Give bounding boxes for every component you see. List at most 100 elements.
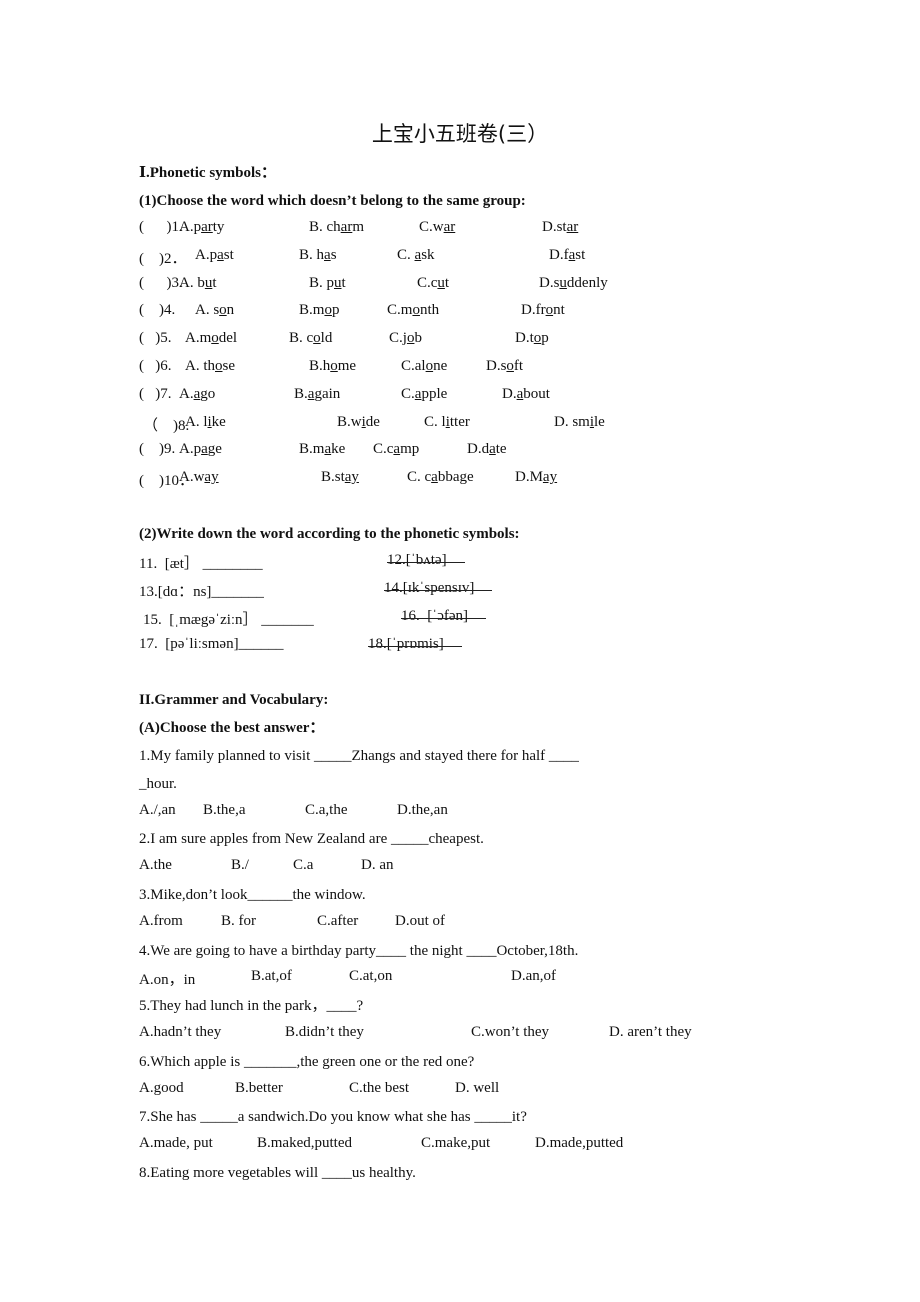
answer-option-b[interactable]: B.the,a [203, 802, 246, 819]
underlined-sound: ay [204, 469, 219, 486]
phonetic-question-row: ( )3. A. but B. put C.cut D.suddenly [139, 275, 839, 295]
question-stem: 1.My family planned to visit _____Zhangs… [139, 748, 579, 764]
option-b: B.again [294, 385, 341, 402]
phonetic-question-row: ( )9. A.page B.make C.camp D.date [139, 441, 839, 461]
answer-option-c[interactable]: C.at,on [349, 968, 392, 985]
question-number-blank[interactable]: （ )8. [143, 414, 189, 435]
phonetic-item-right[interactable]: 18.[ˈprɒmis] [368, 636, 462, 653]
phonetic-item-left[interactable]: 15. [ˌmægəˈziːn］ _______ [143, 608, 314, 629]
underlined-sound: o [425, 358, 434, 374]
option-c: C.camp [373, 441, 420, 458]
option-a: A. those [185, 358, 235, 374]
underlined-sound: ar [340, 219, 353, 235]
answer-option-d[interactable]: D. aren’t they [609, 1024, 692, 1041]
phonetic-write-row: 17. [pəˈliːsmən]______ 18.[ˈprɒmis] [139, 636, 839, 656]
answer-option-a[interactable]: A.hadn’t they [139, 1024, 221, 1041]
phonetic-item-left[interactable]: 11. [æt］ ________ [139, 552, 263, 573]
answer-option-d[interactable]: D. an [361, 857, 394, 874]
option-b: B.wide [337, 413, 380, 430]
phonetic-question-row: ( )4. A. son B.mop C.month D.front [139, 302, 839, 322]
question-number-blank[interactable]: ( )5. [139, 330, 172, 347]
question-stem: 2.I am sure apples from New Zealand are … [139, 831, 484, 848]
answer-option-b[interactable]: B. for [221, 913, 256, 930]
option-a: A.party [179, 219, 225, 235]
part2-heading: (2)Write down the word according to the … [139, 526, 520, 542]
answer-option-c[interactable]: C.the best [349, 1080, 409, 1097]
option-c: C.job [389, 330, 422, 347]
answer-option-c[interactable]: C.after [317, 913, 358, 930]
option-c: C.apple [401, 385, 448, 402]
answer-option-d[interactable]: D.out of [395, 913, 445, 930]
underlined-sound: u [204, 274, 213, 291]
answer-options-row: A./,an B.the,a C.a,the D.the,an [139, 802, 839, 822]
answer-option-b[interactable]: B.at,of [251, 968, 292, 985]
question-number-blank[interactable]: ( )1. [139, 219, 183, 236]
phonetic-item-left[interactable]: 13.[dɑ：ns]_______ [139, 580, 264, 601]
partA-heading: (A)Choose the best answer： [139, 720, 325, 736]
answer-option-c[interactable]: C.a,the [305, 802, 348, 819]
question-number-blank[interactable]: ( )2． [139, 247, 187, 268]
underlined-sound: a [568, 246, 576, 263]
phonetic-item-left[interactable]: 17. [pəˈliːsmən]______ [139, 636, 284, 653]
question-stem: 7.She has _____a sandwich.Do you know wh… [139, 1109, 527, 1126]
question-number-blank[interactable]: ( )6. [139, 358, 172, 375]
answer-option-d[interactable]: D.an,of [511, 968, 556, 985]
answer-option-b[interactable]: B.maked,putted [257, 1135, 352, 1152]
underlined-sound: o [324, 302, 332, 319]
underlined-sound: o [313, 330, 321, 347]
answer-option-d[interactable]: D.the,an [397, 802, 448, 819]
answer-option-d[interactable]: D. well [455, 1080, 499, 1097]
phonetic-item-right[interactable]: 14.[ɪkˈspensɪv] [384, 580, 493, 597]
option-a: A. like [185, 413, 226, 430]
option-a: A. son [195, 302, 235, 319]
option-b: B. cold [289, 330, 333, 347]
section1-heading: Ⅰ.Phonetic symbols： [139, 165, 277, 181]
option-d: D.fast [549, 246, 586, 263]
page-title: 上宝小五班卷(三） [371, 122, 549, 146]
question-number-blank[interactable]: ( )4. [139, 302, 175, 319]
answer-option-a[interactable]: A.good [139, 1080, 184, 1097]
answer-option-a[interactable]: A./,an [139, 802, 176, 819]
underlined-sound: a [324, 441, 332, 458]
answer-options-row: A.good B.better C.the best D. well [139, 1080, 839, 1100]
underlined-sound: a [414, 246, 422, 263]
underlined-sound: ar [443, 219, 456, 235]
answer-option-c[interactable]: C.make,put [421, 1135, 490, 1152]
answer-option-d[interactable]: D.made,putted [535, 1135, 623, 1152]
phonetic-item-right[interactable]: 16. [ˈɔfən] [401, 608, 487, 625]
phonetic-question-row: （ )8. A. like B.wide C. litter D. smile [139, 414, 839, 434]
underlined-sound: u [437, 274, 445, 291]
underlined-sound: a [201, 441, 208, 458]
phonetic-item-right[interactable]: 12.[ˈbʌtə] [387, 552, 464, 569]
answer-option-a[interactable]: A.made, put [139, 1135, 213, 1152]
underlined-sound: o [506, 358, 514, 374]
option-d: D.about [502, 385, 550, 402]
option-d: D.May [515, 469, 558, 486]
option-d: D. smile [554, 413, 605, 430]
answer-option-a[interactable]: A.the [139, 857, 172, 874]
answer-option-b[interactable]: B./ [231, 857, 249, 874]
phonetic-question-row: ( )7. A.ago B.again C.apple D.about [139, 386, 839, 406]
answer-option-a[interactable]: A.from [139, 913, 183, 930]
option-a: A.ago [179, 385, 216, 402]
question-stem: 4.We are going to have a birthday party_… [139, 942, 579, 959]
answer-option-b[interactable]: B.didn’t they [285, 1024, 364, 1041]
answer-option-a[interactable]: A.on，in [139, 968, 195, 989]
option-a: A.page [179, 441, 222, 458]
answer-option-c[interactable]: C.won’t they [471, 1024, 549, 1041]
underlined-sound: o [215, 358, 223, 374]
answer-option-c[interactable]: C.a [293, 857, 313, 874]
underlined-sound: i [589, 413, 595, 430]
underlined-sound: a [217, 246, 224, 263]
option-b: B.make [299, 441, 346, 458]
question-number-blank[interactable]: ( )3. [139, 275, 183, 292]
question-number-blank[interactable]: ( )9. [139, 441, 175, 458]
underlined-sound: o [219, 302, 227, 319]
option-c: C.war [419, 219, 456, 235]
underlined-sound: ar [566, 219, 579, 235]
question-number-blank[interactable]: ( )7. [139, 386, 172, 403]
underlined-sound: ay [344, 469, 359, 486]
option-b: B.mop [299, 302, 340, 319]
option-b: B.stay [321, 469, 359, 486]
answer-option-b[interactable]: B.better [235, 1080, 283, 1097]
